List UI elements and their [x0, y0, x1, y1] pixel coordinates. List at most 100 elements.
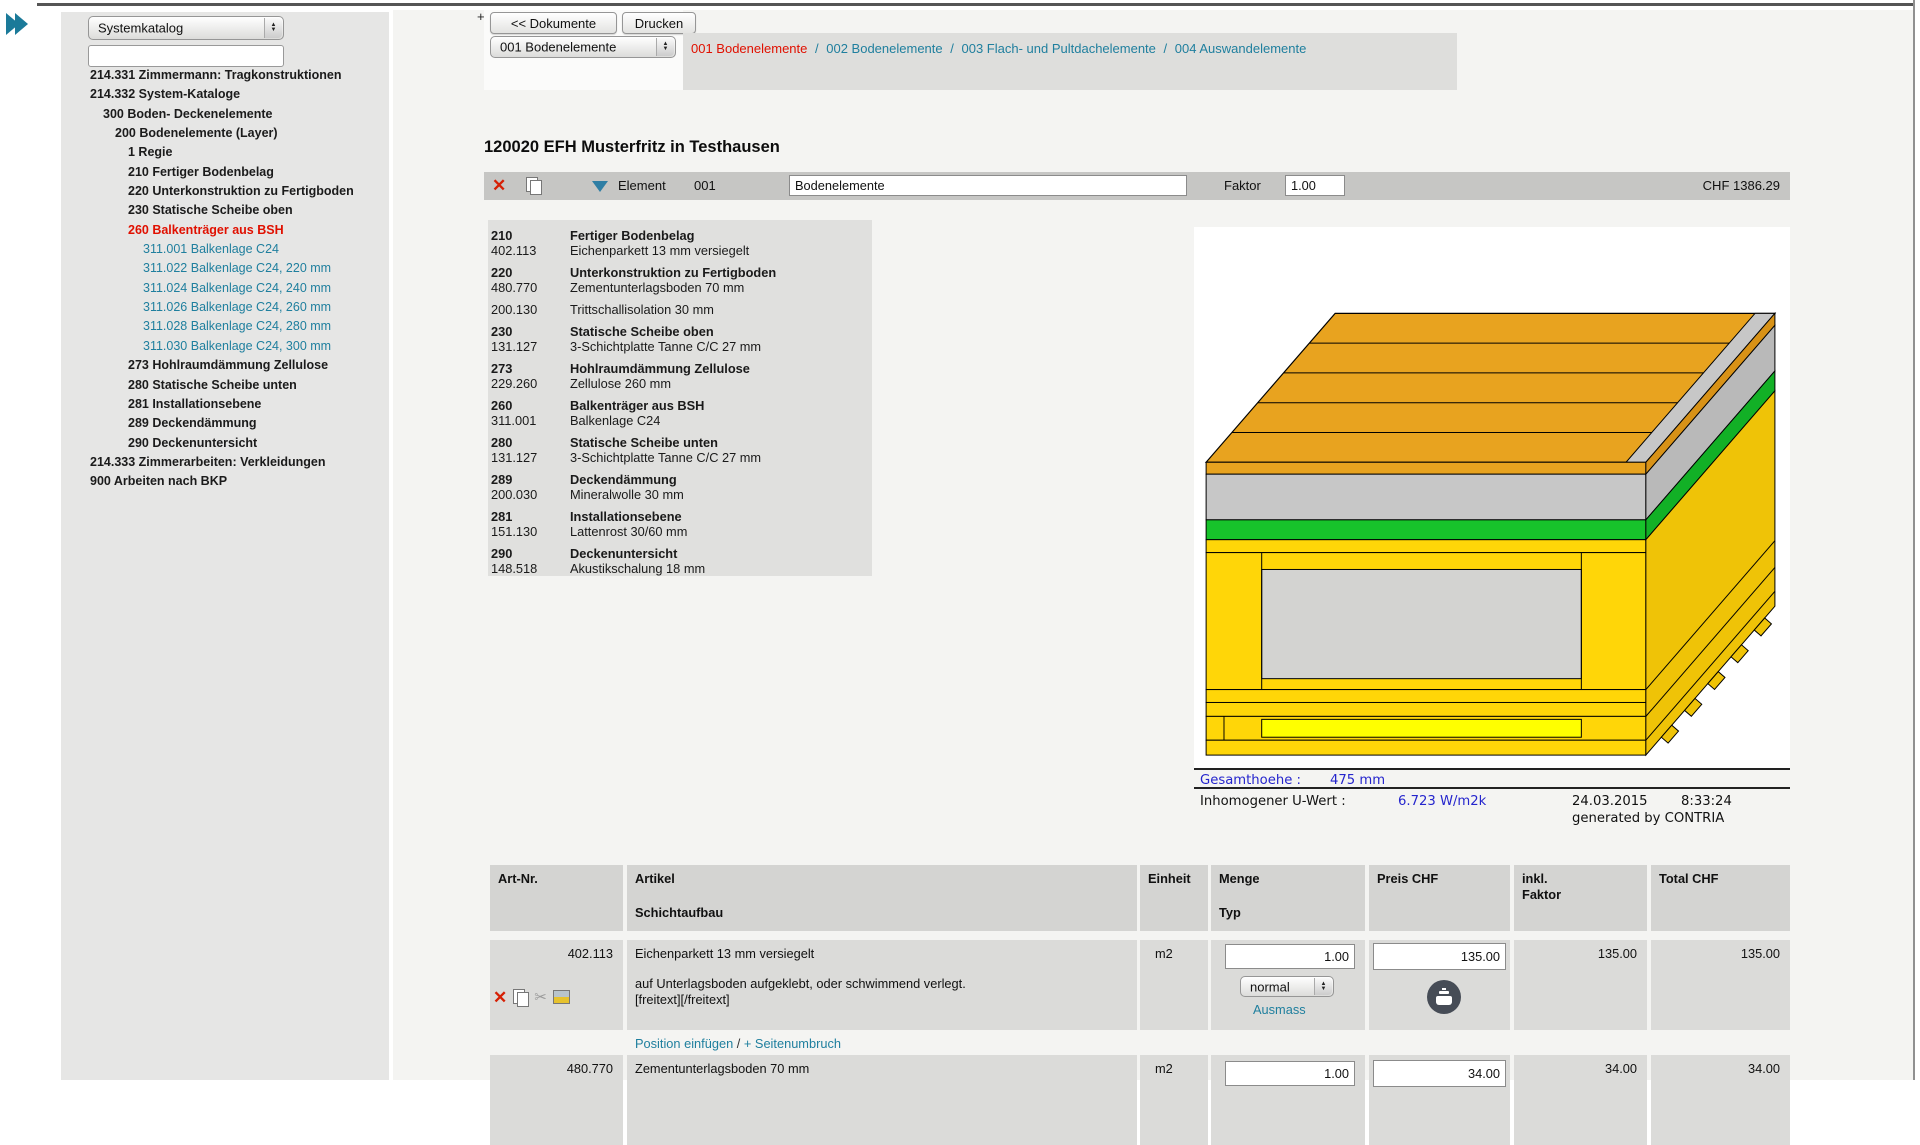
table-row-cell-total: 34.00: [1651, 1055, 1790, 1145]
ausmass-link[interactable]: Ausmass: [1253, 1002, 1306, 1017]
breadcrumb-separator: /: [815, 41, 819, 56]
delete-position-icon[interactable]: ✕: [493, 989, 507, 1006]
sidebar-item[interactable]: 311.022 Balkenlage C24, 220 mm: [61, 259, 389, 278]
documents-button[interactable]: << Dokumente: [490, 12, 617, 34]
copy-position-icon[interactable]: [513, 989, 528, 1006]
breadcrumb-item[interactable]: 004 Auswandelemente: [1175, 41, 1307, 56]
image-icon[interactable]: [553, 990, 570, 1004]
breadcrumb-item[interactable]: 003 Flach- und Pultdachelemente: [962, 41, 1156, 56]
table-row-cell-preis: [1369, 1055, 1510, 1145]
sidebar: Systemkatalog ▲▼ 214.331 Zimmermann: Tra…: [61, 12, 389, 1080]
insert-position-link[interactable]: Position einfügen: [635, 1036, 733, 1051]
sidebar-item[interactable]: 311.001 Balkenlage C24: [61, 240, 389, 259]
preis-input[interactable]: [1373, 1060, 1506, 1087]
chevron-right-icon: [15, 13, 28, 35]
menge-input[interactable]: [1225, 944, 1355, 969]
art-nr: 480.770: [567, 1061, 613, 1076]
art-nr: 402.113: [568, 946, 613, 961]
sidebar-item[interactable]: 214.333 Zimmerarbeiten: Verkleidungen: [61, 453, 389, 472]
sidebar-item[interactable]: 311.026 Balkenlage C24, 260 mm: [61, 298, 389, 317]
sidebar-item[interactable]: 300 Boden- Deckenelemente: [61, 105, 389, 124]
u-value-label: Inhomogener U-Wert :: [1200, 794, 1346, 809]
copy-element-icon[interactable]: [526, 177, 541, 194]
inkl-faktor-value: 135.00: [1598, 946, 1637, 961]
sidebar-item[interactable]: 900 Arbeiten nach BKP: [61, 472, 389, 491]
pot-icon[interactable]: [1427, 980, 1461, 1014]
typ-select-value: normal: [1250, 979, 1290, 994]
window-edge-line: [1913, 0, 1915, 1080]
catalog-select[interactable]: Systemkatalog ▲▼: [88, 16, 284, 40]
factor-input[interactable]: [1285, 175, 1345, 196]
table-row-cell-art: 480.770: [490, 1055, 623, 1145]
typ-select[interactable]: normal ▲▼: [1240, 976, 1334, 997]
table-row-cell-einheit: m2: [1140, 940, 1208, 1030]
catalog-select-value: Systemkatalog: [98, 21, 183, 36]
layer-entry: 289Deckendämmung 200.030Mineralwolle 30 …: [491, 472, 872, 502]
layer-entry: 200.130Trittschallisolation 30 mm: [491, 302, 872, 317]
element-header-bar: ✕ Element 001 Faktor CHF 1386.29: [484, 172, 1790, 200]
select-stepper-icon: ▲▼: [1314, 978, 1332, 995]
breadcrumb-item-active[interactable]: 001 Bodenelemente: [691, 41, 807, 56]
page-title: 120020 EFH Musterfritz in Testhausen: [484, 138, 780, 157]
einheit-value: m2: [1155, 1061, 1173, 1076]
diagram-panel: [1194, 227, 1790, 768]
layer-entry: 281Installationsebene 151.130Lattenrost …: [491, 509, 872, 539]
generated-date: 24.03.2015: [1572, 794, 1648, 809]
element-number: 001: [694, 178, 716, 193]
sidebar-item[interactable]: 200 Bodenelemente (Layer): [61, 124, 389, 143]
table-row-cell-artikel: Zementunterlagsboden 70 mm: [627, 1055, 1137, 1145]
element-select-value: 001 Bodenelemente: [500, 40, 616, 55]
catalog-filter-input[interactable]: [88, 45, 284, 67]
breadcrumb-separator: /: [950, 41, 954, 56]
total-value: 135.00: [1741, 946, 1780, 961]
delete-element-icon[interactable]: ✕: [492, 177, 506, 194]
collapse-sidebar-icon[interactable]: [6, 12, 40, 36]
construction-diagram: [1194, 227, 1790, 768]
sidebar-item[interactable]: 281 Installationsebene: [61, 395, 389, 414]
layer-entry: 210Fertiger Bodenbelag 402.113Eichenpark…: [491, 228, 872, 258]
sidebar-item[interactable]: 214.332 System-Kataloge: [61, 85, 389, 104]
element-total-chf: CHF 1386.29: [1703, 178, 1780, 193]
artikel-freitext: [freitext][/freitext]: [635, 992, 730, 1007]
sidebar-item[interactable]: 311.024 Balkenlage C24, 240 mm: [61, 279, 389, 298]
col-header-einheit: Einheit: [1140, 865, 1208, 931]
breadcrumb-item[interactable]: 002 Bodenelemente: [826, 41, 942, 56]
col-header-inkl-faktor: inkl. Faktor: [1514, 865, 1647, 931]
menge-input[interactable]: [1225, 1061, 1355, 1086]
preis-input[interactable]: [1373, 943, 1506, 970]
element-name-input[interactable]: [789, 175, 1187, 196]
layer-entry: 280Statische Scheibe unten 131.1273-Schi…: [491, 435, 872, 465]
sidebar-item[interactable]: 290 Deckenuntersicht: [61, 434, 389, 453]
sidebar-item[interactable]: 230 Statische Scheibe oben: [61, 201, 389, 220]
sidebar-item-selected[interactable]: 260 Balkenträger aus BSH: [61, 221, 389, 240]
layer-entry: 220Unterkonstruktion zu Fertigboden 480.…: [491, 265, 872, 295]
factor-label: Faktor: [1224, 178, 1261, 193]
cut-position-icon[interactable]: ✂: [534, 988, 547, 1006]
sidebar-item[interactable]: 214.331 Zimmermann: Tragkonstruktionen: [61, 66, 389, 85]
u-value[interactable]: 6.723 W/m2k: [1398, 794, 1486, 809]
layers-panel: 210Fertiger Bodenbelag 402.113Eichenpark…: [488, 220, 872, 576]
catalog-tree: 214.331 Zimmermann: Tragkonstruktionen 2…: [61, 66, 389, 492]
table-row-cell-preis: [1369, 940, 1510, 1030]
sidebar-item[interactable]: 210 Fertiger Bodenbelag: [61, 163, 389, 182]
sidebar-item[interactable]: 311.028 Balkenlage C24, 280 mm: [61, 317, 389, 336]
table-row-cell-einheit: m2: [1140, 1055, 1208, 1145]
sidebar-item[interactable]: 220 Unterkonstruktion zu Fertigboden: [61, 182, 389, 201]
breadcrumb: 001 Bodenelemente / 002 Bodenelemente / …: [691, 41, 1306, 56]
element-select[interactable]: 001 Bodenelemente ▲▼: [490, 36, 676, 58]
sidebar-item[interactable]: 280 Statische Scheibe unten: [61, 376, 389, 395]
sidebar-item[interactable]: 1 Regie: [61, 143, 389, 162]
table-row-cell-art: 402.113 ✕ ✂: [490, 940, 623, 1030]
pagebreak-link[interactable]: + Seitenumbruch: [744, 1036, 841, 1051]
print-button[interactable]: Drucken: [622, 12, 696, 34]
select-stepper-icon: ▲▼: [264, 18, 282, 38]
sidebar-item[interactable]: 273 Hohlraumdämmung Zellulose: [61, 356, 389, 375]
insert-row-links: Position einfügen / + Seitenumbruch: [635, 1036, 841, 1051]
table-row-cell-inkl-faktor: 34.00: [1514, 1055, 1647, 1145]
sidebar-item[interactable]: 289 Deckendämmung: [61, 414, 389, 433]
artikel-name: Eichenparkett 13 mm versiegelt: [635, 946, 814, 961]
inkl-faktor-value: 34.00: [1605, 1061, 1637, 1076]
col-header-total: Total CHF: [1651, 865, 1790, 931]
expand-element-icon[interactable]: [592, 181, 608, 192]
sidebar-item[interactable]: 311.030 Balkenlage C24, 300 mm: [61, 337, 389, 356]
